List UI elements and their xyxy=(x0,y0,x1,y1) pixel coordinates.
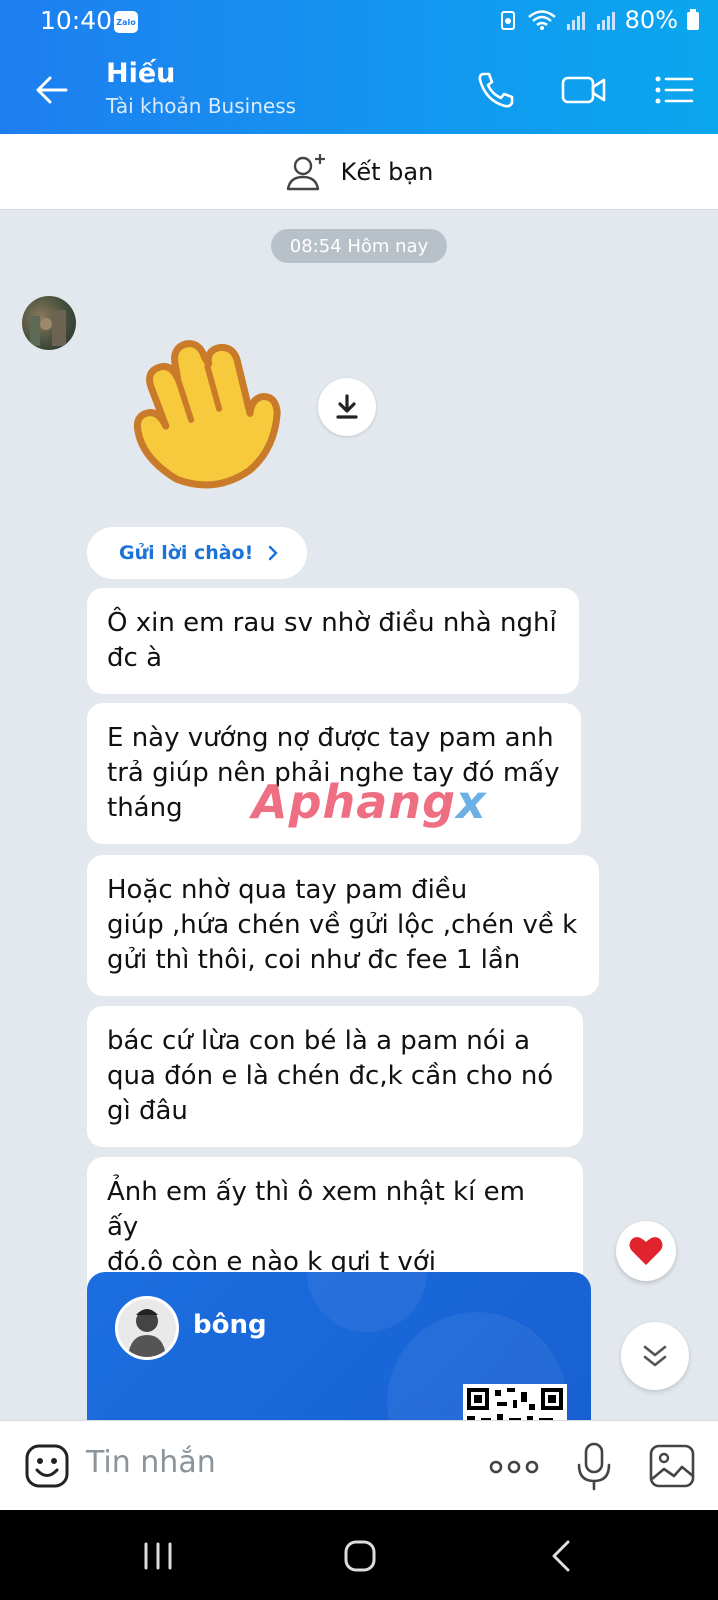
message-line: Ảnh em ấy thì ô xem nhật kí em ấy xyxy=(107,1177,525,1242)
recycle-icon xyxy=(500,11,515,30)
video-call-icon[interactable] xyxy=(560,70,608,110)
image-gallery-icon[interactable] xyxy=(648,1443,696,1489)
recent-apps-icon[interactable] xyxy=(138,1536,178,1576)
sender-avatar[interactable] xyxy=(22,296,76,350)
home-icon[interactable] xyxy=(340,1536,380,1576)
chat-header: Hiếu Tài khoản Business xyxy=(0,44,718,134)
watermark-text: Aphang xyxy=(252,775,456,829)
contact-avatar xyxy=(115,1296,179,1360)
status-bar: 10:40 Zalo 80% xyxy=(0,0,718,44)
contact-card[interactable]: bông xyxy=(87,1272,591,1432)
message-input-bar: Tin nhắn xyxy=(0,1420,718,1510)
waving-hand-sticker[interactable] xyxy=(112,318,292,498)
contact-name[interactable]: Hiếu xyxy=(106,58,175,89)
status-time: 10:40 xyxy=(40,6,113,35)
message-input[interactable]: Tin nhắn xyxy=(86,1445,216,1480)
top-bar: 10:40 Zalo 80% Hiếu Tài khoản Business xyxy=(0,0,718,134)
signal-icon-2 xyxy=(596,12,615,30)
wifi-icon xyxy=(527,10,556,30)
watermark: Aphangx xyxy=(252,775,487,829)
account-type: Tài khoản Business xyxy=(106,94,297,118)
message-line: qua đón e là chén đc,k cần cho nó xyxy=(107,1061,554,1091)
download-icon xyxy=(336,394,358,419)
battery-icon xyxy=(687,9,699,30)
system-nav-bar xyxy=(0,1510,718,1600)
back-nav-icon[interactable] xyxy=(542,1536,582,1576)
more-options-icon[interactable] xyxy=(488,1449,540,1485)
message-bubble[interactable]: bác cứ lừa con bé là a pam nói a qua đón… xyxy=(87,1006,583,1147)
menu-list-icon[interactable] xyxy=(652,70,696,110)
add-user-icon xyxy=(286,153,325,190)
message-line: gì đâu xyxy=(107,1096,188,1126)
heart-icon xyxy=(629,1237,663,1265)
battery-percent: 80% xyxy=(624,6,678,34)
message-line: E này vướng nợ được tay pam anh xyxy=(107,723,554,753)
card-decoration xyxy=(307,1272,427,1332)
message-line: Hoặc nhờ qua tay pam điều xyxy=(107,875,468,905)
message-line: giúp ,hứa chén về gửi lộc ,chén về k xyxy=(107,910,578,940)
status-right: 80% xyxy=(497,6,700,34)
message-line: đc à xyxy=(107,643,162,673)
time-chip: 08:54 Hôm nay xyxy=(271,229,447,263)
message-line: Ô xin em rau sv nhờ điều nhà nghỉ xyxy=(107,608,557,638)
sticker-icon[interactable] xyxy=(24,1443,70,1489)
message-line: bác cứ lừa con bé là a pam nói a xyxy=(107,1026,531,1056)
chevron-right-icon xyxy=(269,545,278,561)
message-bubble[interactable]: Hoặc nhờ qua tay pam điều giúp ,hứa chén… xyxy=(87,855,599,996)
add-friend-bar[interactable]: Kết bạn xyxy=(0,134,718,210)
watermark-text-x: x xyxy=(456,775,487,829)
message-line: gửi thì thôi, coi như đc fee 1 lần xyxy=(107,945,521,975)
message-bubble[interactable]: Ô xin em rau sv nhờ điều nhà nghỉ đc à xyxy=(87,588,579,694)
send-greeting-label: Gửi lời chào! xyxy=(119,542,254,564)
send-greeting-button[interactable]: Gửi lời chào! xyxy=(87,527,307,579)
heart-reaction-button[interactable] xyxy=(616,1221,676,1281)
double-chevron-down-icon xyxy=(643,1345,667,1367)
signal-icon xyxy=(566,12,585,30)
phone-icon[interactable] xyxy=(474,70,518,110)
scroll-down-button[interactable] xyxy=(621,1322,689,1390)
zalo-notification-icon: Zalo xyxy=(114,11,138,33)
microphone-icon[interactable] xyxy=(574,1441,614,1491)
add-friend-label: Kết bạn xyxy=(340,157,434,186)
back-arrow-icon[interactable] xyxy=(32,70,72,110)
contact-card-name: bông xyxy=(193,1310,267,1340)
download-button[interactable] xyxy=(318,378,376,436)
